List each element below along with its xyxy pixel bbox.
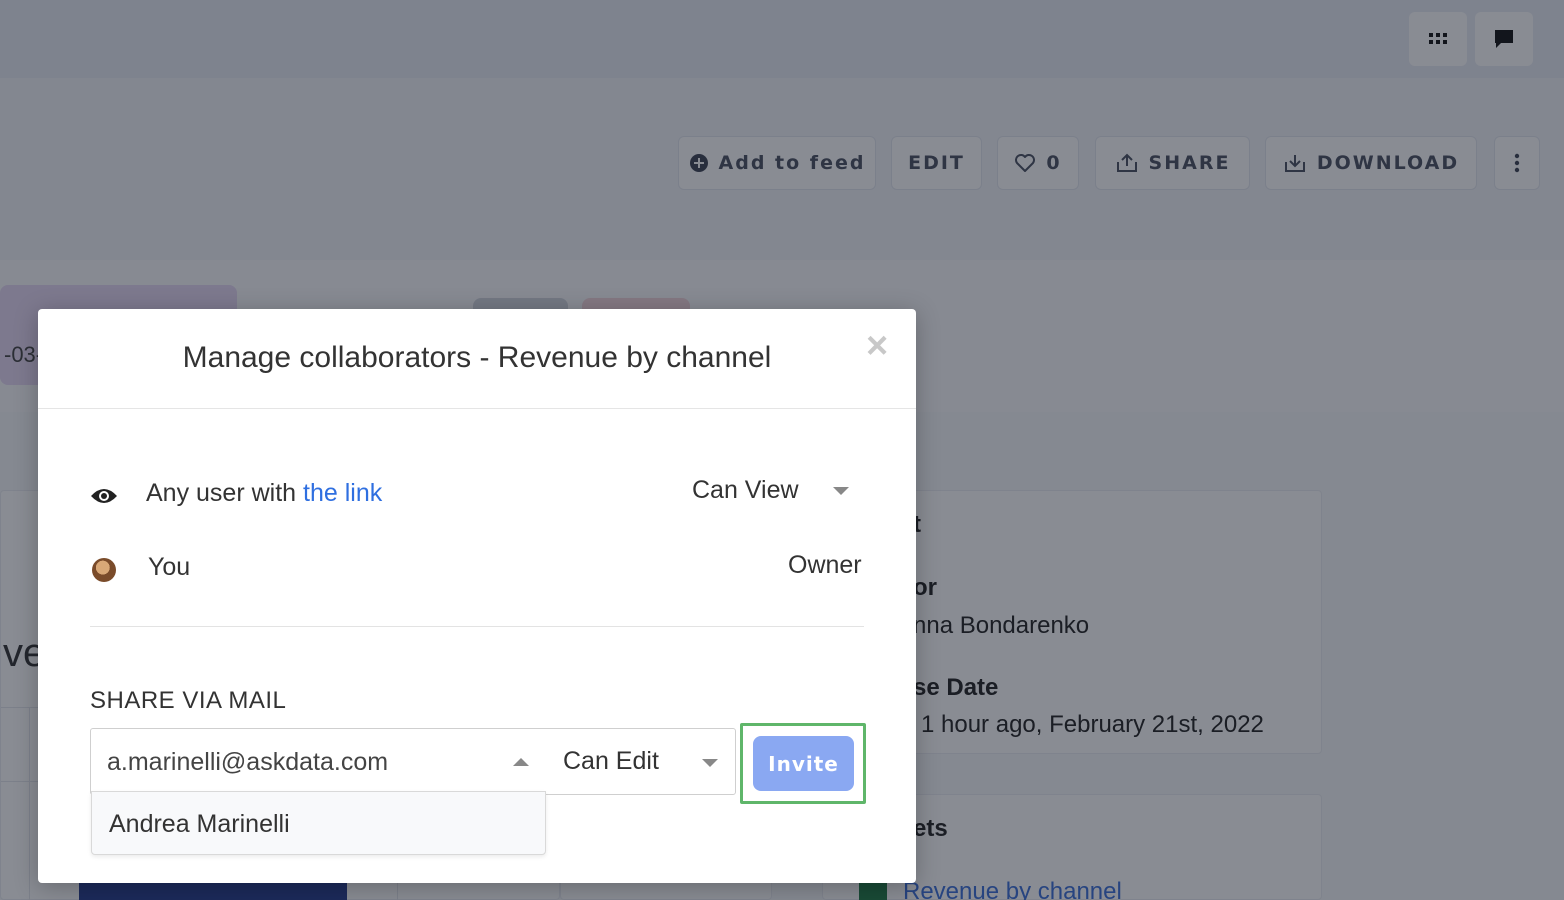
email-suggestions-dropdown: Andrea Marinelli xyxy=(91,791,546,855)
email-input[interactable] xyxy=(107,743,507,781)
chevron-up-icon[interactable] xyxy=(513,758,529,766)
chevron-down-icon[interactable] xyxy=(833,487,849,495)
modal-title: Manage collaborators - Revenue by channe… xyxy=(182,341,772,374)
manage-collaborators-modal: Manage collaborators - Revenue by channe… xyxy=(38,309,916,883)
link-access-row: Any user with the link xyxy=(90,479,382,508)
share-mail-form: Can Edit xyxy=(90,728,736,795)
link-access-prefix: Any user with xyxy=(146,479,304,507)
eye-icon xyxy=(91,488,117,503)
invite-button[interactable]: Invite xyxy=(753,736,854,791)
mail-role-select[interactable]: Can Edit xyxy=(563,747,659,776)
share-link[interactable]: the link xyxy=(303,479,382,508)
divider xyxy=(90,626,864,627)
avatar xyxy=(92,558,116,582)
owner-name: You xyxy=(148,552,191,581)
link-permission-select[interactable]: Can View xyxy=(692,476,799,505)
modal-header: Manage collaborators - Revenue by channe… xyxy=(38,309,916,409)
close-icon[interactable]: × xyxy=(866,327,888,365)
owner-role: Owner xyxy=(788,551,862,579)
chevron-down-icon[interactable] xyxy=(702,759,718,767)
share-via-mail-label: SHARE VIA MAIL xyxy=(90,687,287,714)
suggestion-item[interactable]: Andrea Marinelli xyxy=(109,810,290,839)
owner-row: You xyxy=(90,552,190,582)
invite-highlight-frame: Invite xyxy=(740,723,866,804)
